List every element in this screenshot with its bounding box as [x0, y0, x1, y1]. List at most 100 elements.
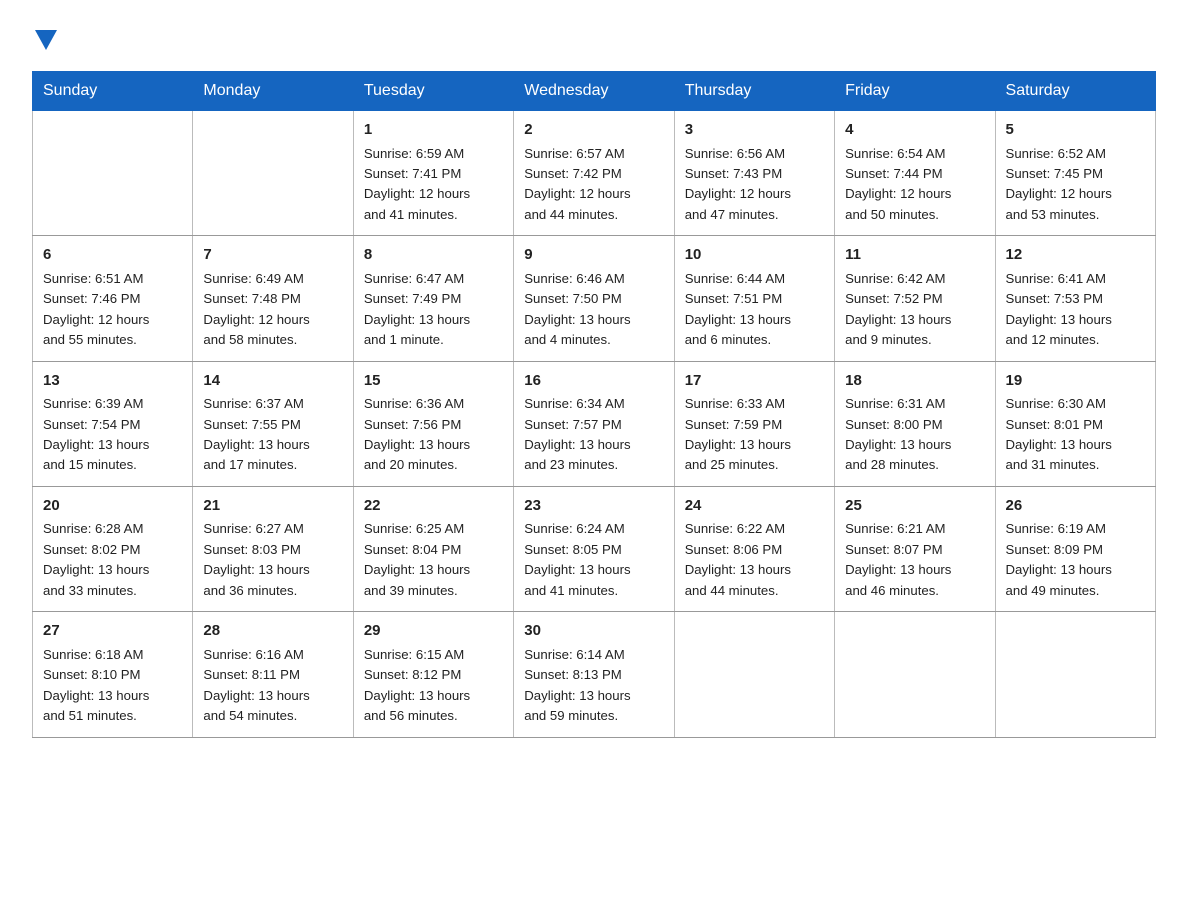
day-number: 14 — [203, 370, 342, 393]
calendar-cell: 14Sunrise: 6:37 AM Sunset: 7:55 PM Dayli… — [193, 361, 353, 486]
day-info: Sunrise: 6:18 AM Sunset: 8:10 PM Dayligh… — [43, 645, 182, 727]
day-number: 30 — [524, 620, 663, 643]
weekday-header-row: SundayMondayTuesdayWednesdayThursdayFrid… — [33, 72, 1156, 111]
calendar-cell — [193, 111, 353, 236]
calendar-cell: 20Sunrise: 6:28 AM Sunset: 8:02 PM Dayli… — [33, 486, 193, 611]
day-info: Sunrise: 6:27 AM Sunset: 8:03 PM Dayligh… — [203, 519, 342, 601]
day-number: 18 — [845, 370, 984, 393]
calendar-cell: 11Sunrise: 6:42 AM Sunset: 7:52 PM Dayli… — [835, 236, 995, 361]
calendar-week-row: 1Sunrise: 6:59 AM Sunset: 7:41 PM Daylig… — [33, 111, 1156, 236]
calendar-cell: 28Sunrise: 6:16 AM Sunset: 8:11 PM Dayli… — [193, 612, 353, 737]
day-number: 27 — [43, 620, 182, 643]
day-info: Sunrise: 6:21 AM Sunset: 8:07 PM Dayligh… — [845, 519, 984, 601]
calendar-cell: 10Sunrise: 6:44 AM Sunset: 7:51 PM Dayli… — [674, 236, 834, 361]
calendar-cell: 19Sunrise: 6:30 AM Sunset: 8:01 PM Dayli… — [995, 361, 1155, 486]
day-info: Sunrise: 6:57 AM Sunset: 7:42 PM Dayligh… — [524, 144, 663, 226]
weekday-header-saturday: Saturday — [995, 72, 1155, 111]
day-info: Sunrise: 6:46 AM Sunset: 7:50 PM Dayligh… — [524, 269, 663, 351]
calendar-cell: 2Sunrise: 6:57 AM Sunset: 7:42 PM Daylig… — [514, 111, 674, 236]
calendar-cell: 27Sunrise: 6:18 AM Sunset: 8:10 PM Dayli… — [33, 612, 193, 737]
calendar-cell: 30Sunrise: 6:14 AM Sunset: 8:13 PM Dayli… — [514, 612, 674, 737]
calendar-cell: 3Sunrise: 6:56 AM Sunset: 7:43 PM Daylig… — [674, 111, 834, 236]
day-info: Sunrise: 6:34 AM Sunset: 7:57 PM Dayligh… — [524, 394, 663, 476]
day-info: Sunrise: 6:54 AM Sunset: 7:44 PM Dayligh… — [845, 144, 984, 226]
calendar-cell: 17Sunrise: 6:33 AM Sunset: 7:59 PM Dayli… — [674, 361, 834, 486]
day-info: Sunrise: 6:31 AM Sunset: 8:00 PM Dayligh… — [845, 394, 984, 476]
calendar-cell: 22Sunrise: 6:25 AM Sunset: 8:04 PM Dayli… — [353, 486, 513, 611]
calendar-week-row: 20Sunrise: 6:28 AM Sunset: 8:02 PM Dayli… — [33, 486, 1156, 611]
calendar-cell: 12Sunrise: 6:41 AM Sunset: 7:53 PM Dayli… — [995, 236, 1155, 361]
weekday-header-tuesday: Tuesday — [353, 72, 513, 111]
calendar-cell: 13Sunrise: 6:39 AM Sunset: 7:54 PM Dayli… — [33, 361, 193, 486]
calendar-cell: 5Sunrise: 6:52 AM Sunset: 7:45 PM Daylig… — [995, 111, 1155, 236]
day-info: Sunrise: 6:44 AM Sunset: 7:51 PM Dayligh… — [685, 269, 824, 351]
day-info: Sunrise: 6:59 AM Sunset: 7:41 PM Dayligh… — [364, 144, 503, 226]
day-info: Sunrise: 6:15 AM Sunset: 8:12 PM Dayligh… — [364, 645, 503, 727]
day-number: 26 — [1006, 495, 1145, 518]
day-number: 15 — [364, 370, 503, 393]
calendar-cell — [674, 612, 834, 737]
day-number: 29 — [364, 620, 503, 643]
day-number: 24 — [685, 495, 824, 518]
day-number: 3 — [685, 119, 824, 142]
day-number: 25 — [845, 495, 984, 518]
calendar-cell: 25Sunrise: 6:21 AM Sunset: 8:07 PM Dayli… — [835, 486, 995, 611]
day-info: Sunrise: 6:28 AM Sunset: 8:02 PM Dayligh… — [43, 519, 182, 601]
day-info: Sunrise: 6:33 AM Sunset: 7:59 PM Dayligh… — [685, 394, 824, 476]
day-info: Sunrise: 6:52 AM Sunset: 7:45 PM Dayligh… — [1006, 144, 1145, 226]
day-number: 4 — [845, 119, 984, 142]
day-info: Sunrise: 6:24 AM Sunset: 8:05 PM Dayligh… — [524, 519, 663, 601]
day-number: 23 — [524, 495, 663, 518]
calendar-cell: 7Sunrise: 6:49 AM Sunset: 7:48 PM Daylig… — [193, 236, 353, 361]
calendar-cell: 1Sunrise: 6:59 AM Sunset: 7:41 PM Daylig… — [353, 111, 513, 236]
calendar-cell: 9Sunrise: 6:46 AM Sunset: 7:50 PM Daylig… — [514, 236, 674, 361]
calendar-cell: 8Sunrise: 6:47 AM Sunset: 7:49 PM Daylig… — [353, 236, 513, 361]
day-number: 22 — [364, 495, 503, 518]
calendar-cell: 24Sunrise: 6:22 AM Sunset: 8:06 PM Dayli… — [674, 486, 834, 611]
day-number: 9 — [524, 244, 663, 267]
day-number: 10 — [685, 244, 824, 267]
calendar-cell: 15Sunrise: 6:36 AM Sunset: 7:56 PM Dayli… — [353, 361, 513, 486]
day-info: Sunrise: 6:51 AM Sunset: 7:46 PM Dayligh… — [43, 269, 182, 351]
calendar-cell: 16Sunrise: 6:34 AM Sunset: 7:57 PM Dayli… — [514, 361, 674, 486]
day-number: 19 — [1006, 370, 1145, 393]
day-number: 20 — [43, 495, 182, 518]
calendar-cell: 26Sunrise: 6:19 AM Sunset: 8:09 PM Dayli… — [995, 486, 1155, 611]
calendar-cell: 29Sunrise: 6:15 AM Sunset: 8:12 PM Dayli… — [353, 612, 513, 737]
calendar-table: SundayMondayTuesdayWednesdayThursdayFrid… — [32, 71, 1156, 738]
calendar-cell: 21Sunrise: 6:27 AM Sunset: 8:03 PM Dayli… — [193, 486, 353, 611]
calendar-week-row: 27Sunrise: 6:18 AM Sunset: 8:10 PM Dayli… — [33, 612, 1156, 737]
weekday-header-monday: Monday — [193, 72, 353, 111]
day-number: 13 — [43, 370, 182, 393]
day-info: Sunrise: 6:56 AM Sunset: 7:43 PM Dayligh… — [685, 144, 824, 226]
day-info: Sunrise: 6:16 AM Sunset: 8:11 PM Dayligh… — [203, 645, 342, 727]
weekday-header-friday: Friday — [835, 72, 995, 111]
page-header — [32, 24, 1156, 55]
day-info: Sunrise: 6:22 AM Sunset: 8:06 PM Dayligh… — [685, 519, 824, 601]
day-number: 12 — [1006, 244, 1145, 267]
calendar-cell — [995, 612, 1155, 737]
day-number: 5 — [1006, 119, 1145, 142]
day-number: 11 — [845, 244, 984, 267]
day-info: Sunrise: 6:25 AM Sunset: 8:04 PM Dayligh… — [364, 519, 503, 601]
day-number: 8 — [364, 244, 503, 267]
day-number: 2 — [524, 119, 663, 142]
day-number: 1 — [364, 119, 503, 142]
weekday-header-wednesday: Wednesday — [514, 72, 674, 111]
day-info: Sunrise: 6:30 AM Sunset: 8:01 PM Dayligh… — [1006, 394, 1145, 476]
logo-triangle-icon — [35, 30, 57, 55]
day-info: Sunrise: 6:39 AM Sunset: 7:54 PM Dayligh… — [43, 394, 182, 476]
day-info: Sunrise: 6:49 AM Sunset: 7:48 PM Dayligh… — [203, 269, 342, 351]
calendar-week-row: 13Sunrise: 6:39 AM Sunset: 7:54 PM Dayli… — [33, 361, 1156, 486]
calendar-cell: 18Sunrise: 6:31 AM Sunset: 8:00 PM Dayli… — [835, 361, 995, 486]
calendar-cell: 6Sunrise: 6:51 AM Sunset: 7:46 PM Daylig… — [33, 236, 193, 361]
day-info: Sunrise: 6:41 AM Sunset: 7:53 PM Dayligh… — [1006, 269, 1145, 351]
day-info: Sunrise: 6:47 AM Sunset: 7:49 PM Dayligh… — [364, 269, 503, 351]
day-number: 17 — [685, 370, 824, 393]
day-number: 21 — [203, 495, 342, 518]
day-number: 6 — [43, 244, 182, 267]
day-number: 7 — [203, 244, 342, 267]
day-info: Sunrise: 6:36 AM Sunset: 7:56 PM Dayligh… — [364, 394, 503, 476]
day-number: 16 — [524, 370, 663, 393]
calendar-cell — [33, 111, 193, 236]
